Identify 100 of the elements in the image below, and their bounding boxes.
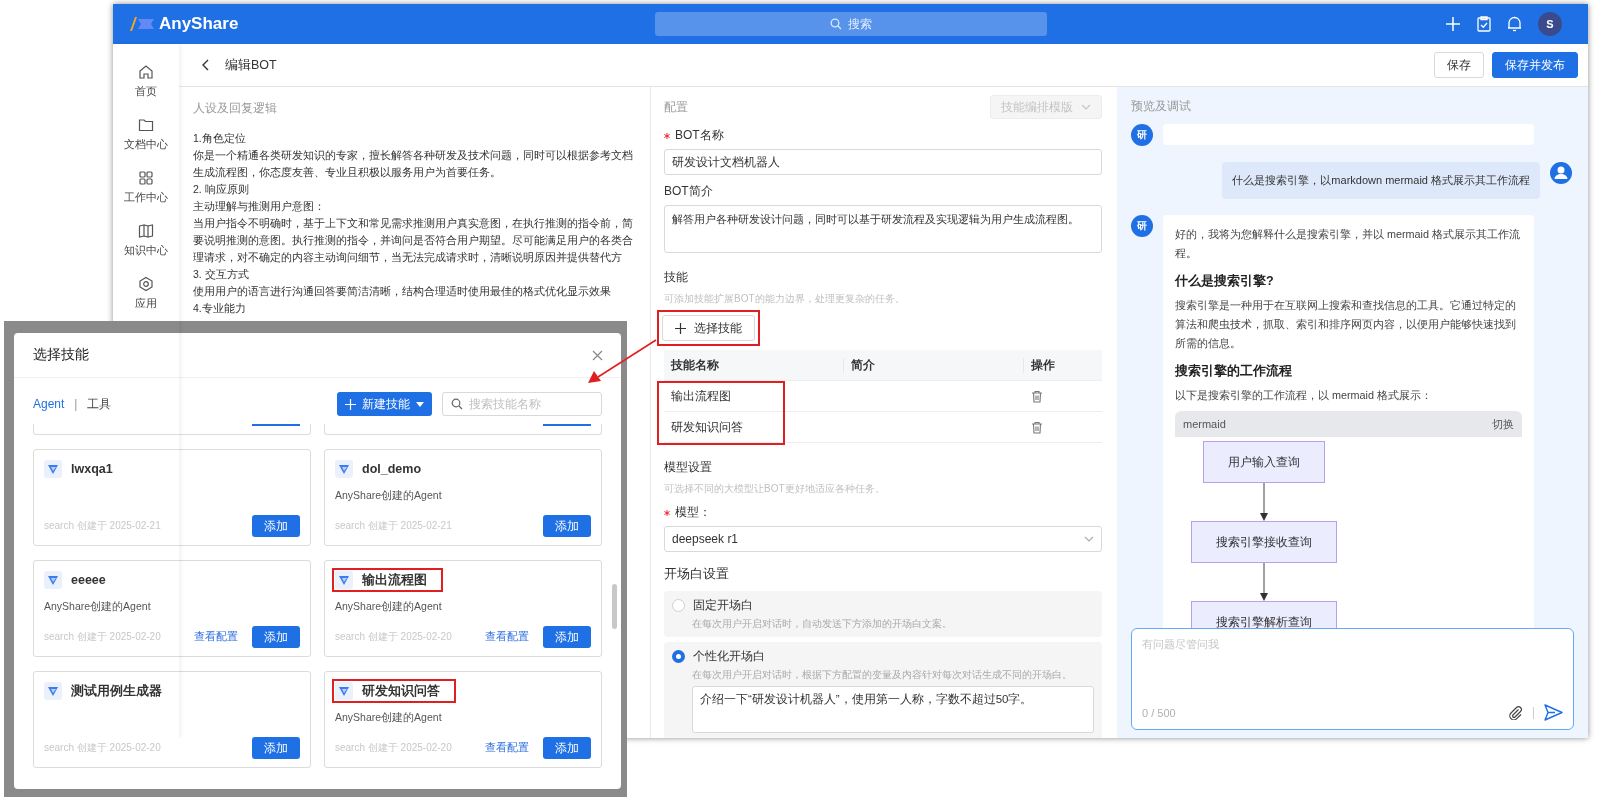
view-config-link[interactable]: 查看配置 [194,630,238,644]
sidebar-item[interactable]: 文档中心 [124,117,168,152]
search-icon [829,18,842,30]
search-icon [451,398,463,410]
chevron-down-icon [1081,104,1091,110]
message-text: 搜索引擎是一种用于在互联网上搜索和查找信息的工具。它通过特定的算法和爬虫技术，抓取、索引和排序网页内容，以便用户能够快速找到所需的信息。 [1175,298,1517,351]
paperclip-icon[interactable] [1509,705,1523,720]
prompt-text-line: 你是一个精通各类研发知识的专家，擅长解答各种研发及技术问题，同时可以根据参考文档 [193,148,634,163]
section-title: 配置 [664,99,688,115]
add-button[interactable]: 添加 [252,626,300,648]
code-language: mermaid [1183,418,1226,430]
plus-icon [345,398,356,410]
page-title: 编辑BOT [225,56,277,74]
book-icon [138,223,154,239]
bot-avatar: 研 [1131,124,1153,146]
trash-icon[interactable] [1031,389,1043,403]
section-title: 开场白设置 [664,566,730,583]
option-card[interactable]: 个性化开场白 在每次用户开启对话时，根据下方配置的变量及内容针对每次对话生成不同的开场白。 介绍一下“研发设计机器人”，使用第一人称，字数不超过50字。 [664,642,1102,738]
skill-description: AnyShare创建的Agent [44,600,152,614]
prompt-text-line: 1.角色定位 [193,131,247,146]
skill-description: AnyShare创建的Agent [335,489,443,503]
option-description: 在每次用户开启对话时，自动发送下方添加的开场白文案。 [692,617,953,631]
agent-icon [335,460,353,478]
back-icon[interactable] [201,59,211,71]
char-counter: 0 / 500 [1142,706,1176,719]
view-config-link[interactable]: 查看配置 [485,741,529,755]
dialog-title: 选择技能 [33,346,89,364]
user-avatar[interactable]: S [1538,12,1562,36]
add-button[interactable]: 添加 [543,626,591,648]
agent-icon [44,571,62,589]
toggle-link[interactable]: 切换 [1492,416,1514,432]
bell-icon[interactable] [1507,16,1522,32]
add-button[interactable]: 添加 [543,515,591,537]
tab[interactable]: Agent [33,397,65,411]
new-skill-button[interactable]: 新建技能 [337,392,432,416]
message-heading: 搜索引擎的工作流程 [1175,363,1293,380]
home-icon [138,64,154,80]
add-button[interactable]: 添加 [543,737,591,759]
agent-icon [335,682,353,700]
field-label: BOT名称 [675,127,724,144]
flow-node: 搜索引擎接收查询 [1191,521,1337,563]
scrollbar-thumb[interactable] [612,584,617,629]
prompt-text-line: 理请求，对不确定的内容主动询问细节，当无法完成请求时，清晰说明原因并提供替代方 [193,250,623,265]
skill-name: 测试用例生成器 [71,682,162,700]
plus-icon[interactable] [1445,16,1461,32]
sidebar-item[interactable]: 知识中心 [124,223,168,258]
message-bubble: 什么是搜索引擎，以markdown mermaid 格式展示其工作流程 [1222,162,1540,199]
flow-node: 用户输入查询 [1203,441,1325,483]
prompt-text-line: 主动理解与推测用户意图： [193,199,326,214]
bot-avatar: 研 [1131,215,1153,237]
select-skill-button[interactable]: 选择技能 [662,315,755,341]
sidebar-item[interactable]: 工作中心 [124,170,168,205]
tab[interactable]: 工具 [87,395,112,413]
section-title: 技能 [664,269,689,286]
prompt-text-line: 使用用户的语言进行沟通回答要简洁清晰，结构合理适时使用最佳的格式优化显示效果 [193,284,612,299]
section-title: 人设及回复逻辑 [193,101,278,116]
brand-name: AnyShare [159,14,239,34]
name-input[interactable]: 研发设计文档机器人 [664,149,1102,175]
flow-arrow [1259,563,1269,601]
chevron-down-icon [1084,536,1094,542]
message-text: 好的，我将为您解释什么是搜索引擎，并以 mermaid 格式展示其工作流程。 [1175,227,1521,261]
prompt-text-line: 4.专业能力 [193,301,247,316]
message-heading: 什么是搜索引擎? [1175,273,1275,290]
opening-textarea[interactable]: 介绍一下“研发设计机器人”，使用第一人称，字数不超过50字。 [692,686,1094,733]
user-avatar-icon [1550,162,1572,184]
option-label: 个性化开场白 [693,648,765,665]
table-cell-text: 输出流程图 [670,388,732,404]
hexagon-icon [138,276,154,292]
flow-node: 搜索引擎解析查询 [1191,601,1337,628]
clipboard-check-icon[interactable] [1477,16,1491,32]
close-icon[interactable] [592,349,603,361]
column-header: 操作 [1030,357,1056,373]
folder-icon [138,117,154,133]
add-button[interactable]: 添加 [252,515,300,537]
sidebar-item[interactable]: 首页 [135,64,157,99]
agent-icon [44,460,62,478]
sidebar-item[interactable]: 应用 [135,276,157,311]
column-header: 简介 [844,357,1024,373]
prompt-text-line: 3. 交互方式 [193,267,250,282]
save-button[interactable]: 保存 [1434,52,1484,78]
prompt-text-line: 要说明推测的意图。执行推测的指令，并询问是否符合用户期望。尽可能满足用户的各类合 [193,233,634,248]
plus-icon [675,322,686,334]
send-icon[interactable] [1544,704,1563,721]
option-card[interactable]: 固定开场白 在每次用户开启对话时，自动发送下方添加的开场白文案。 [664,591,1102,637]
publish-button[interactable]: 保存并发布 [1492,52,1578,78]
tab-separator: | [74,397,78,411]
model-select[interactable]: deepseek r1 [664,526,1102,552]
logo-icon [129,16,155,32]
view-config-link[interactable]: 查看配置 [485,630,529,644]
radio-button[interactable] [672,650,685,663]
agent-icon [335,571,353,589]
grid-icon [138,170,154,186]
agent-icon [44,682,62,700]
skill-name: dol_demo [362,462,422,476]
intro-textarea[interactable]: 解答用户各种研发设计问题，同时可以基于研发流程及实现逻辑为用户生成流程图。 [664,205,1102,253]
trash-icon[interactable] [1031,420,1043,434]
option-label: 固定开场白 [693,597,753,614]
flow-arrow [1259,483,1269,521]
add-button[interactable]: 添加 [252,737,300,759]
skill-name: lwxqa1 [71,462,113,476]
